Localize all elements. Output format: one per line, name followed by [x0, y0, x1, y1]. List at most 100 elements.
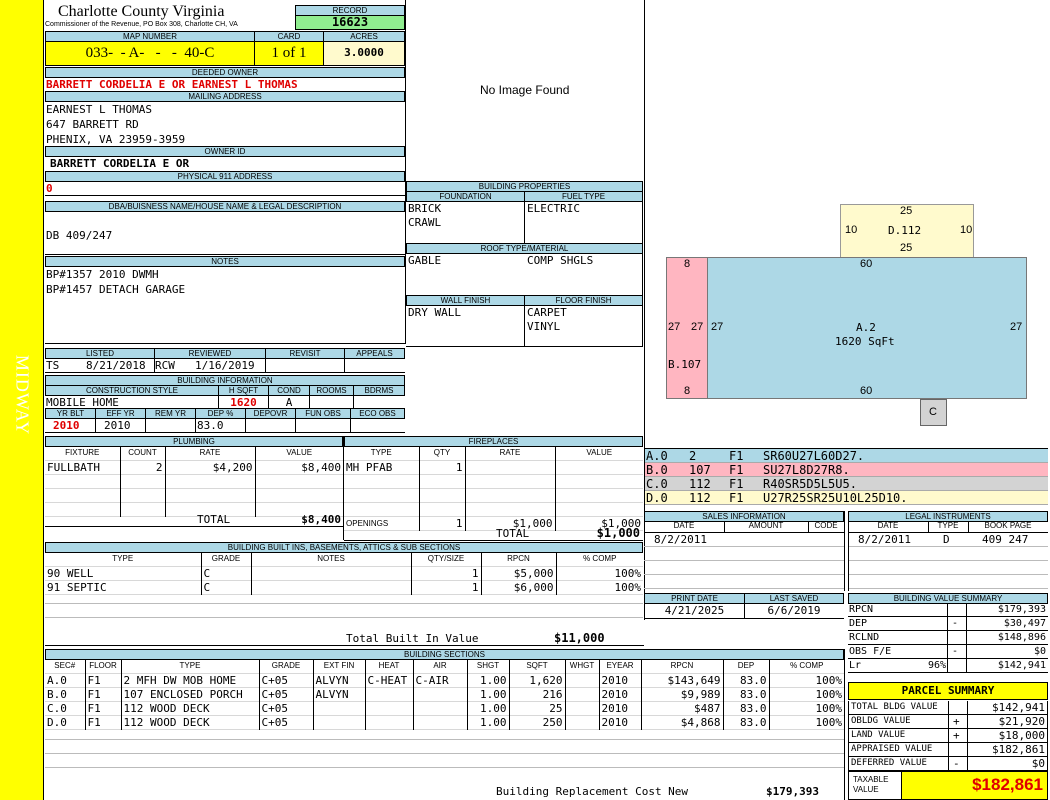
- legal-description-label: DBA/BUISNESS NAME/HOUSE NAME & LEGAL DES…: [45, 201, 405, 212]
- sections-col-header: RPCN: [641, 659, 724, 673]
- wall-finish-label: WALL FINISH: [406, 295, 525, 306]
- builtin-col-notes: NOTES: [251, 552, 412, 566]
- sections-col-header: WHGT: [565, 659, 600, 673]
- builtin-col-type: TYPE: [45, 552, 202, 566]
- roof-label: ROOF TYPE/MATERIAL: [406, 243, 643, 254]
- side-label: MIDWAY: [12, 354, 33, 436]
- roof-type: GABLE: [408, 254, 442, 267]
- fuel-label: FUEL TYPE: [524, 191, 643, 202]
- value-summary-row: RCLND $148,896: [848, 631, 1048, 645]
- sales-col-code: CODE: [814, 521, 838, 530]
- parcel-summary-label: PARCEL SUMMARY: [848, 682, 1048, 700]
- summary-value: $0: [1033, 646, 1046, 657]
- fireplace-qty: 1: [419, 460, 466, 474]
- effyr-label: EFF YR: [95, 408, 146, 419]
- sections-cell: 2 MFH DW MOB HOME: [121, 673, 260, 687]
- reviewed-date: 1/16/2019: [195, 359, 255, 372]
- plumbing-col-rate: RATE: [165, 446, 256, 460]
- fireplace-total: $1,000: [596, 526, 640, 540]
- notes-label: NOTES: [45, 256, 405, 267]
- sketch-a-top: 60: [860, 258, 873, 270]
- sections-cell: $487: [641, 701, 724, 715]
- plumbing-value: $8,400: [301, 460, 341, 474]
- sketch-d-label: D.112: [888, 224, 922, 237]
- parcel-label: LAND VALUE: [851, 730, 906, 740]
- sections-total-label: Building Replacement Cost New: [496, 785, 689, 798]
- parcel-label: DEFERRED VALUE: [851, 758, 927, 768]
- print-date-label: PRINT DATE: [644, 593, 745, 604]
- sections-cell: 100%: [815, 673, 843, 687]
- sections-col-header: GRADE: [259, 659, 314, 673]
- parcel-label: TOTAL BLDG VALUE: [851, 702, 938, 712]
- sketch-legend-cell: 112: [689, 491, 711, 505]
- parcel-sign: +: [953, 729, 960, 742]
- plumbing-total-label: TOTAL: [197, 513, 231, 526]
- county-title: Charlotte County Virginia: [58, 3, 225, 20]
- roof-material: COMP SHGLS: [527, 254, 594, 267]
- reviewed-by: RCW: [155, 359, 175, 372]
- sketch-d-right: 10: [960, 224, 973, 236]
- sections-cell: 2010: [599, 687, 642, 701]
- foundation-1: BRICK: [408, 202, 442, 215]
- sketch-legend-cell: 107: [689, 463, 711, 477]
- sketch-a-label: A.2: [856, 321, 876, 334]
- sections-cell: A.0: [45, 673, 86, 687]
- sections-cell: F1: [85, 701, 122, 715]
- sections-cell: F1: [85, 673, 122, 687]
- sections-col-header: DEP: [723, 659, 770, 673]
- sections-cell: 25: [509, 701, 566, 715]
- sections-cell: F1: [85, 687, 122, 701]
- plumbing-count: 2: [120, 460, 166, 474]
- remyr-label: REM YR: [145, 408, 196, 419]
- fireplace-col-value: VALUE: [586, 448, 613, 458]
- fireplace-type: MH PFAB: [344, 460, 420, 474]
- floor-finish-label: FLOOR FINISH: [524, 295, 643, 306]
- sections-cell: C+05: [259, 701, 314, 715]
- construction-style-label: CONSTRUCTION STYLE: [45, 385, 219, 396]
- revisit-label: REVISIT: [265, 348, 345, 359]
- sketch-legend-cell: F1: [729, 491, 744, 505]
- fireplaces-table: TYPE QTY RATE VALUE MH PFAB 1 OPENINGS 1 $1,00…: [344, 446, 643, 531]
- openings-label: OPENINGS: [344, 516, 420, 530]
- plumbing-fixture: FULLBATH: [45, 460, 121, 474]
- physical-address-label: PHYSICAL 911 ADDRESS: [45, 171, 405, 182]
- sections-col-header: SEC#: [45, 659, 86, 673]
- parcel-value: $142,941: [992, 701, 1045, 714]
- sections-cell: 1.00: [467, 701, 510, 715]
- parcel-summary-row: APPRAISED VALUE $182,861: [848, 743, 1048, 757]
- sketch-a-left: 27: [711, 321, 724, 333]
- floor-finish-1: CARPET: [527, 306, 567, 319]
- sections-cell: 83.0: [723, 673, 770, 687]
- parcel-value: $21,920: [998, 715, 1045, 728]
- year-built: 2010: [53, 419, 80, 432]
- value-summary-row: Lr 96% $142,941: [848, 659, 1048, 673]
- sections-cell: 100%: [815, 701, 843, 715]
- sections-cell: 1.00: [467, 673, 510, 687]
- mailing-line-1: EARNEST L THOMAS: [46, 103, 152, 116]
- sketch-a-sqft: 1620 SqFt: [835, 335, 895, 348]
- parcel-value: $182,861: [992, 743, 1045, 756]
- sections-cell: C-HEAT: [365, 673, 414, 687]
- sketch-legend-cell: 112: [689, 477, 711, 491]
- sections-cell: B.0: [45, 687, 86, 701]
- table-row: C.0 F1 112 WOOD DECK C+05 1.00 25 2010 $487 83.0…: [45, 701, 844, 715]
- summary-label: RCLND: [849, 632, 880, 643]
- depreciation: 83.0: [197, 419, 224, 432]
- sections-cell: [565, 701, 600, 715]
- physical-address: 0: [46, 182, 53, 195]
- print-date: 4/21/2025: [664, 604, 725, 617]
- plumbing-col-count: COUNT: [120, 446, 166, 460]
- table-row: FULLBATH 2 $4,200 $8,400: [45, 460, 343, 474]
- sketch-legend-cell: SR60U27L60D27.: [763, 449, 865, 463]
- legal-col-date: DATE: [877, 521, 899, 530]
- parcel-value: $18,000: [998, 729, 1045, 742]
- summary-label: Lr: [849, 660, 862, 671]
- no-image-text: No Image Found: [480, 83, 570, 97]
- sections-col-header: EXT FIN: [313, 659, 366, 673]
- sections-cell: $143,649: [641, 673, 724, 687]
- sale-date: 8/2/2011: [654, 533, 707, 546]
- fireplace-col-rate: RATE: [465, 446, 556, 460]
- builtin-total: $11,000: [554, 631, 605, 645]
- plumbing-rate: $4,200: [165, 460, 256, 474]
- sketch-b-bottom: 8: [684, 385, 691, 397]
